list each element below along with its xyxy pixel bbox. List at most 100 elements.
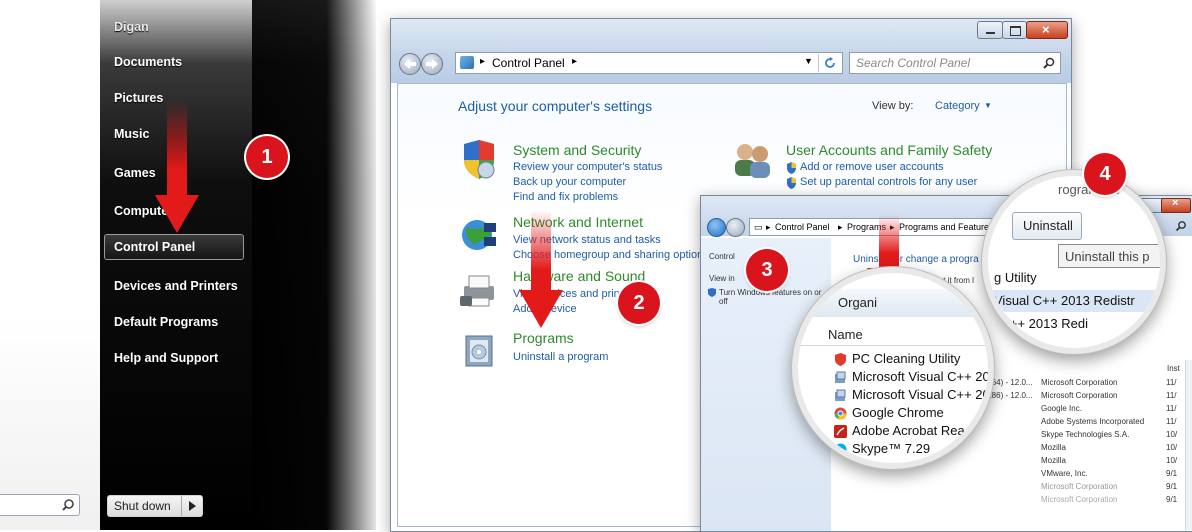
forward-button[interactable] (726, 218, 745, 237)
close-button[interactable]: × (1161, 197, 1191, 213)
link-uninstall-program[interactable]: Uninstall a program (513, 351, 608, 363)
arrow-right-icon (426, 59, 438, 69)
category-system-security[interactable]: System and Security (513, 142, 641, 158)
organize-button[interactable]: Organi (838, 295, 877, 310)
arrow-left-icon (404, 59, 416, 69)
link-add-remove-accounts[interactable]: Add or remove user accounts (800, 161, 944, 173)
breadcrumb-separator-icon: ▸ (838, 222, 843, 232)
start-menu-user[interactable]: Digan (114, 20, 149, 34)
close-button[interactable]: × (1026, 21, 1068, 39)
folder-icon: ▭ (754, 222, 763, 232)
control-panel-label: Control Panel (114, 240, 196, 254)
shield-icon[interactable] (460, 140, 498, 180)
pf-breadcrumb-control-panel[interactable]: Control Panel (775, 222, 830, 232)
breadcrumb-chevron-icon[interactable]: ▸ (572, 56, 577, 67)
search-icon[interactable] (61, 498, 75, 512)
start-menu-documents[interactable]: Documents (114, 55, 182, 69)
step-badge-1: 1 (246, 136, 288, 178)
acrobat-icon (834, 425, 847, 438)
uac-shield-icon (787, 162, 796, 174)
control-panel-titlebar: × ▸ Control Panel ▸ ▼ Search Control Pan… (391, 19, 1071, 83)
link-parental-controls[interactable]: Set up parental controls for any user (800, 176, 977, 188)
dropdown-arrow-icon[interactable]: ▼ (804, 56, 813, 66)
start-menu-left-pane (0, 0, 100, 530)
pf-publisher: Mozilla (1041, 443, 1066, 452)
forward-button[interactable] (421, 53, 443, 75)
arrow-3-shaft (879, 215, 899, 270)
uninstall-button[interactable]: Uninstall (1012, 212, 1082, 240)
link-review-status[interactable]: Review your computer's status (513, 161, 662, 173)
mag4-row[interactable]: g Utility (994, 270, 1037, 285)
link-backup[interactable]: Back up your computer (513, 176, 626, 188)
search-icon[interactable] (1042, 57, 1055, 70)
program-row[interactable]: Skype™ 7.29 (852, 441, 930, 456)
magnifier-uninstall: rogram, se Uninstall Uninstall this p g … (982, 170, 1166, 354)
program-row[interactable]: Adobe Acrobat Read (852, 423, 972, 438)
minimize-icon (986, 32, 995, 34)
minimize-button[interactable] (977, 21, 1003, 39)
mag4-selected-row[interactable]: Visual C++ 2013 Redistr (988, 290, 1160, 312)
users-icon[interactable] (732, 140, 774, 180)
search-box[interactable]: Search Control Panel (849, 52, 1061, 74)
start-menu-music[interactable]: Music (114, 127, 149, 141)
refresh-button[interactable] (818, 54, 841, 72)
page-title: Adjust your computer's settings (458, 98, 653, 114)
shutdown-options-button[interactable] (181, 496, 203, 516)
pf-row-name-fragment[interactable]: (x86) - 12.0... (985, 391, 1033, 400)
category-programs[interactable]: Programs (513, 330, 574, 346)
pf-publisher: Microsoft Corporation (1041, 378, 1118, 387)
start-menu-default-programs[interactable]: Default Programs (114, 315, 218, 329)
pf-publisher: Mozilla (1041, 456, 1066, 465)
pf-install-column[interactable]: Inst (1167, 364, 1180, 373)
start-menu-control-panel[interactable]: Control Panel (104, 234, 244, 260)
start-search-box[interactable] (0, 494, 80, 516)
name-column-header[interactable]: Name (828, 327, 863, 342)
network-globe-icon[interactable] (460, 217, 498, 253)
pf-install-date: 10/ (1166, 456, 1178, 465)
pf-install-date: 11/ (1166, 378, 1177, 387)
printer-icon[interactable] (460, 272, 500, 310)
pf-left-control-panel-home[interactable]: Control (709, 252, 735, 261)
uninstall-tooltip: Uninstall this p (1058, 244, 1160, 268)
start-menu-fade (252, 0, 376, 530)
program-row[interactable]: Microsoft Visual C++ 201 (852, 369, 988, 384)
mag4-row[interactable]: l C++ 2013 Redi (994, 316, 1088, 331)
programs-icon[interactable] (460, 332, 498, 368)
breadcrumb-separator-icon: ▸ (766, 222, 771, 232)
search-icon[interactable] (1175, 220, 1187, 232)
pc-cleaner-shield-icon (835, 353, 846, 366)
magnifier-program-list: Organi Name PC Cleaning Utility Microsof… (792, 267, 994, 469)
close-icon: × (1042, 22, 1050, 37)
back-button[interactable] (707, 218, 726, 237)
pf-scrollbar[interactable] (1185, 360, 1192, 530)
pf-install-date: 11/ (1166, 391, 1177, 400)
program-row[interactable]: Microsoft Visual C++ 201 (852, 387, 988, 402)
view-by-dropdown[interactable]: Category (935, 100, 980, 112)
pf-breadcrumb-programs-features[interactable]: Programs and Features (899, 222, 994, 232)
pf-install-date: 10/ (1166, 443, 1178, 452)
start-menu-devices-printers[interactable]: Devices and Printers (114, 279, 238, 293)
pf-left-view-installed[interactable]: View in (709, 274, 735, 283)
breadcrumb-separator-icon: ▸ (480, 56, 486, 67)
back-button[interactable] (399, 53, 421, 75)
program-row[interactable]: PC Cleaning Utility (852, 351, 960, 366)
link-find-fix[interactable]: Find and fix problems (513, 191, 618, 203)
start-menu-games[interactable]: Games (114, 166, 156, 180)
search-placeholder: Search Control Panel (856, 56, 971, 70)
shutdown-button[interactable]: Shut down (107, 495, 203, 517)
step-badge-3: 3 (746, 249, 788, 291)
chrome-icon (834, 407, 847, 420)
mag3-toolbar: Organi (798, 289, 988, 317)
pf-install-date: 11/ (1166, 417, 1177, 426)
chevron-down-icon[interactable]: ▼ (984, 101, 992, 110)
category-user-accounts[interactable]: User Accounts and Family Safety (786, 142, 992, 158)
start-menu-pictures[interactable]: Pictures (114, 91, 163, 105)
start-menu-help-support[interactable]: Help and Support (114, 351, 218, 365)
pf-install-date: 11/ (1166, 404, 1177, 413)
maximize-button[interactable] (1002, 21, 1027, 39)
skype-icon (834, 443, 847, 456)
address-bar[interactable]: ▸ Control Panel ▸ ▼ (455, 52, 843, 74)
breadcrumb-control-panel[interactable]: Control Panel (492, 56, 565, 70)
program-row[interactable]: Google Chrome (852, 405, 944, 420)
pf-publisher: Adobe Systems Incorporated (1041, 417, 1145, 426)
